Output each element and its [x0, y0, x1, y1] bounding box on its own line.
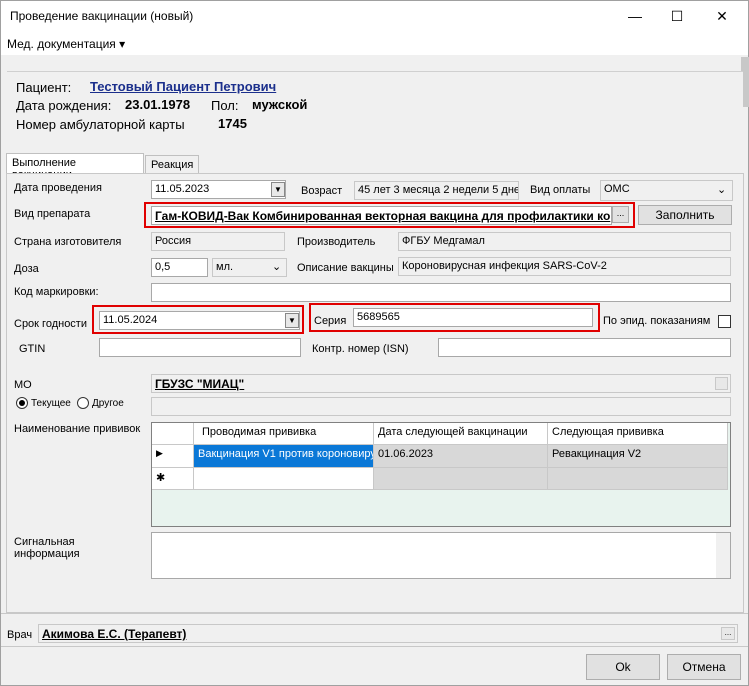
dose-unit-chevron-icon[interactable]: ⌄ [272, 260, 281, 273]
doctor-value: Акимова Е.С. (Терапевт) [38, 624, 738, 643]
table-row-cell[interactable] [194, 468, 374, 490]
ok-button[interactable]: Ok [586, 654, 660, 680]
doctor-browse-button[interactable]: ... [721, 627, 735, 640]
series-input[interactable]: 5689565 [353, 308, 593, 327]
mo-browse-button[interactable] [715, 377, 728, 390]
signal-textarea[interactable] [151, 532, 731, 579]
expiry-dropdown-icon[interactable]: ▼ [285, 313, 299, 328]
sex-value: мужской [252, 97, 308, 112]
vacc-label: Наименование прививок [14, 423, 141, 435]
control-input[interactable] [438, 338, 731, 357]
mo-label: МО [14, 379, 32, 391]
patient-label: Пациент: [16, 80, 72, 95]
patient-name-link[interactable]: Тестовый Пациент Петрович [90, 79, 276, 94]
date-label: Дата проведения [14, 182, 102, 194]
tab-reaction[interactable]: Реакция [145, 155, 199, 175]
maximize-button[interactable]: ☐ [654, 1, 700, 31]
radio-current[interactable] [16, 397, 28, 409]
tab-vaccination[interactable]: Выполнение вакцинации [6, 153, 144, 181]
control-label: Контр. номер (ISN) [312, 343, 409, 355]
dose-label: Доза [14, 263, 39, 275]
epid-label: По эпид. показаниям [603, 315, 711, 327]
sex-label: Пол: [211, 98, 239, 113]
cancel-button[interactable]: Отмена [667, 654, 741, 680]
vacc-grid: Проводимая прививка Дата следующей вакци… [151, 422, 731, 527]
country-value: Россия [151, 232, 285, 251]
radio-other-label: Другое [92, 398, 124, 409]
window-title: Проведение вакцинации (новый) [10, 9, 194, 23]
age-label: Возраст [301, 185, 343, 197]
card-label: Номер амбулаторной карты [16, 117, 185, 132]
grid-header[interactable]: Следующая прививка [548, 423, 728, 445]
desc-value: Короновирусная инфекция SARS-CoV-2 [398, 257, 731, 276]
pay-chevron-icon[interactable]: ⌄ [717, 183, 726, 196]
series-label: Серия [314, 315, 347, 327]
maker-label: Производитель [297, 236, 376, 248]
pay-select[interactable]: ОМС [600, 180, 733, 201]
expiry-label: Срок годности [14, 318, 87, 330]
card-value: 1745 [218, 116, 247, 131]
close-button[interactable]: ✕ [699, 1, 745, 31]
gtin-label: GTIN [19, 343, 46, 355]
gtin-input[interactable] [99, 338, 301, 357]
desc-label: Описание вакцины [297, 262, 394, 274]
fill-button[interactable]: Заполнить [638, 205, 732, 225]
radio-other[interactable] [77, 397, 89, 409]
dose-input[interactable]: 0,5 [151, 258, 208, 277]
table-row-cell[interactable]: Ревакцинация V2 [548, 445, 728, 468]
pay-label: Вид оплаты [530, 184, 591, 196]
divider [1, 646, 748, 647]
dob-value: 23.01.1978 [125, 97, 191, 112]
mark-label: Код маркировки: [14, 286, 99, 298]
table-row-cell[interactable] [548, 468, 728, 490]
mo-other-input [151, 397, 731, 416]
country-label: Страна изготовителя [14, 236, 122, 248]
grid-corner [152, 423, 194, 445]
grid-header[interactable]: Дата следующей вакцинации [374, 423, 548, 445]
signal-scrollbar[interactable] [716, 533, 730, 578]
grid-header[interactable]: Проводимая прививка [194, 423, 374, 445]
dialog-window: Проведение вакцинации (новый) — ☐ ✕ Мед.… [0, 0, 749, 686]
menu-med-docs[interactable]: Мед. документация ▾ [7, 37, 125, 51]
date-input[interactable]: 11.05.2023 [151, 180, 286, 199]
table-row-cell[interactable] [374, 468, 548, 490]
epid-checkbox[interactable] [718, 315, 731, 328]
expiry-input[interactable]: 11.05.2024 [99, 311, 300, 330]
drug-label: Вид препарата [14, 208, 91, 220]
new-row-marker[interactable]: ✱ [152, 468, 194, 490]
divider [1, 613, 748, 614]
table-row-cell[interactable]: Вакцинация V1 против короновирусной [194, 445, 374, 468]
mark-input[interactable] [151, 283, 731, 302]
drug-browse-button[interactable]: ... [612, 206, 629, 223]
maker-value: ФГБУ Медгамал [398, 232, 731, 251]
minimize-button[interactable]: — [612, 1, 658, 31]
doctor-label: Врач [7, 629, 33, 641]
row-marker[interactable]: ▶ [152, 445, 194, 468]
radio-current-label: Текущее [31, 398, 71, 409]
mo-value: ГБУЗС "МИАЦ" [151, 374, 731, 393]
signal-label: Сигнальная информация [14, 536, 80, 560]
age-value: 45 лет 3 месяца 2 недели 5 дней [354, 181, 519, 200]
table-row-cell[interactable]: 01.06.2023 [374, 445, 548, 468]
dob-label: Дата рождения: [16, 98, 112, 113]
date-dropdown-icon[interactable]: ▼ [271, 182, 285, 197]
drug-input[interactable]: Гам-КОВИД-Вак Комбинированная векторная … [151, 206, 612, 225]
